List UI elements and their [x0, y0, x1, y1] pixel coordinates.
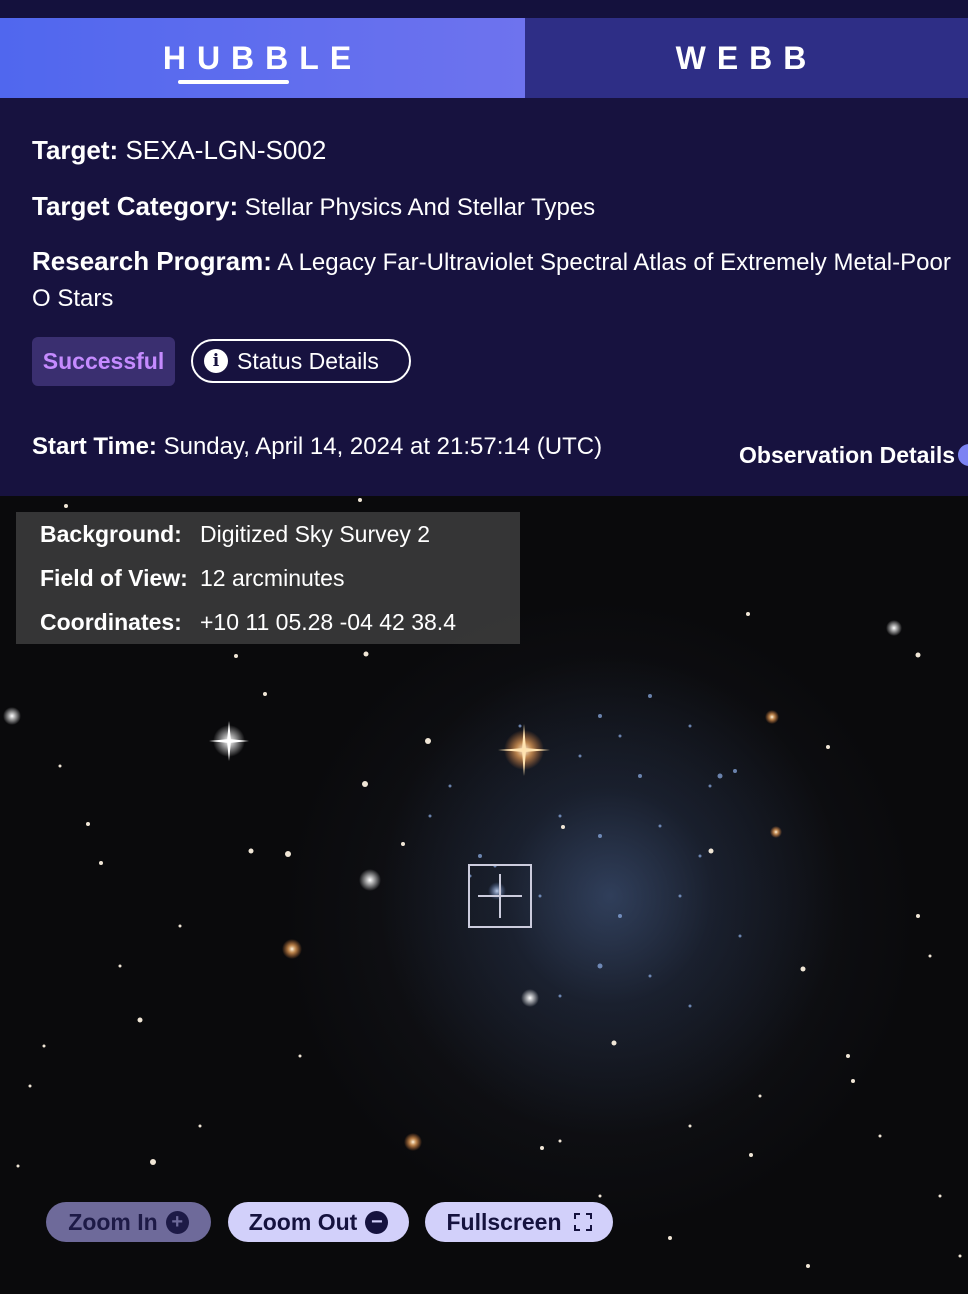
target-reticle	[468, 864, 532, 928]
start-time-value: Sunday, April 14, 2024 at 21:57:14 (UTC)	[163, 433, 603, 460]
coordinates-value: +10 11 05.28 -04 42 38.4	[200, 609, 456, 635]
background-label: Background:	[40, 521, 182, 547]
start-time-row: Start Time: Sunday, April 14, 2024 at 21…	[32, 433, 602, 461]
reticle-vertical	[499, 874, 501, 918]
info-icon: i	[204, 349, 228, 373]
tab-webb-label: WEBB	[675, 39, 818, 76]
target-value: SEXA-LGN-S002	[125, 135, 327, 165]
zoom-out-label: Zoom Out	[248, 1208, 358, 1235]
top-strip	[0, 0, 968, 18]
background-value: Digitized Sky Survey 2	[200, 521, 431, 547]
sky-info-overlay: Background: Digitized Sky Survey 2 Field…	[16, 512, 520, 644]
tab-hubble-label: HUBBLE	[162, 39, 363, 76]
active-tab-underline	[178, 80, 289, 84]
status-details-button[interactable]: i Status Details	[191, 339, 411, 383]
bright-stars	[3, 620, 902, 1151]
observation-details-link[interactable]: Observation Details	[739, 442, 955, 469]
tab-webb[interactable]: WEBB	[525, 18, 968, 98]
telescope-tabs: HUBBLE WEBB	[0, 18, 968, 98]
program-row: Research Program: A Legacy Far-Ultraviol…	[32, 243, 962, 317]
category-value: Stellar Physics And Stellar Types	[244, 194, 596, 221]
observation-info-panel: Target: SEXA-LGN-S002 Target Category: S…	[0, 98, 968, 496]
fullscreen-label: Fullscreen	[446, 1208, 562, 1235]
coordinates-row: Coordinates: +10 11 05.28 -04 42 38.4	[40, 609, 456, 636]
observation-details-icon[interactable]	[958, 444, 968, 466]
sky-image-viewer[interactable]: Background: Digitized Sky Survey 2 Field…	[0, 496, 968, 1294]
tab-hubble[interactable]: HUBBLE	[0, 18, 525, 98]
fullscreen-button[interactable]: Fullscreen	[425, 1202, 613, 1242]
fov-row: Field of View: 12 arcminutes	[40, 565, 344, 592]
category-label: Target Category:	[32, 191, 239, 221]
background-row: Background: Digitized Sky Survey 2	[40, 521, 430, 548]
start-time-label: Start Time:	[32, 433, 157, 460]
fov-label: Field of View:	[40, 565, 188, 591]
zoom-out-button[interactable]: Zoom Out −	[228, 1202, 409, 1242]
status-badge: Successful	[32, 337, 175, 386]
target-label: Target:	[32, 135, 119, 165]
coordinates-label: Coordinates:	[40, 609, 182, 635]
minus-circle-icon: −	[365, 1210, 389, 1234]
galaxy-clusters	[428, 694, 742, 1008]
zoom-in-button[interactable]: Zoom In +	[46, 1202, 211, 1242]
plus-circle-icon: +	[165, 1210, 189, 1234]
expand-icon	[573, 1213, 592, 1231]
program-label: Research Program:	[32, 246, 272, 276]
zoom-in-label: Zoom In	[68, 1208, 158, 1235]
target-row: Target: SEXA-LGN-S002	[32, 135, 326, 166]
category-row: Target Category: Stellar Physics And Ste…	[32, 191, 595, 222]
fov-value: 12 arcminutes	[200, 565, 345, 591]
status-details-label: Status Details	[237, 347, 379, 374]
